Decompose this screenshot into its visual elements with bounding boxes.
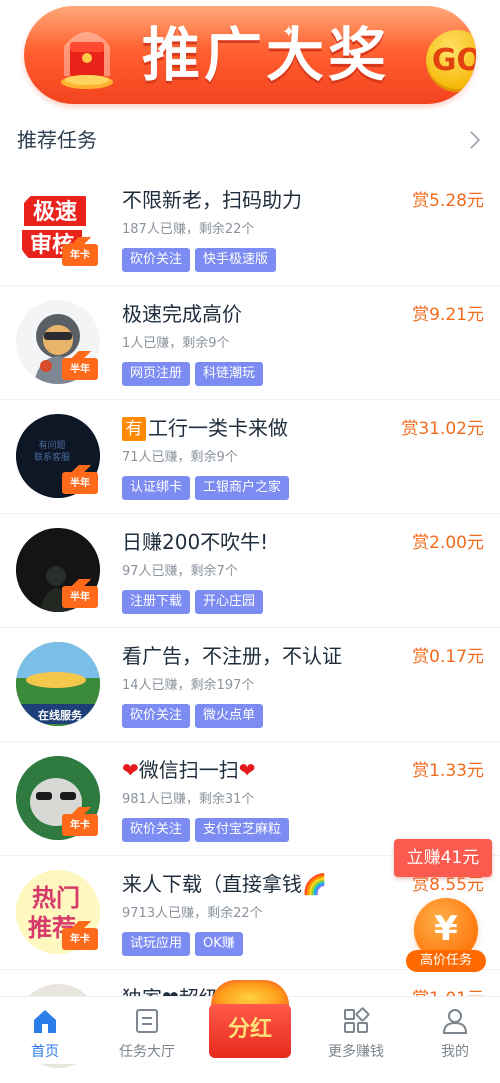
task-tag: 砍价关注 [122,704,191,728]
task-avatar-image: 在线服务 [16,642,100,726]
sparkle-icon: ✦ [282,22,296,41]
avatar-text-line1: 热门 [32,884,80,912]
featured-tag: 有 [122,417,146,441]
task-tags: 注册下载 开心庄园 [122,590,268,614]
task-tag: 支付宝芝麻粒 [195,818,290,842]
avatar-text-line1: 有问题 [38,439,65,451]
task-title-text: 来人下载（直接拿钱🌈 [122,872,327,896]
task-tag: 科链潮玩 [195,362,264,386]
home-icon [34,1010,56,1033]
task-title-text: 极速完成高价 [122,302,242,326]
task-reward: 赏2.00元 [412,533,484,553]
task-tag: 网页注册 [122,362,191,386]
task-tag: 快手极速版 [195,248,277,272]
grid-apps-icon [344,1007,370,1033]
nav-profile[interactable]: 我的 [415,997,495,1064]
task-tag: OK赚 [195,932,243,956]
task-tag: 试玩应用 [122,932,191,956]
task-stats: 187人已赚，剩余22个 [122,222,255,237]
task-tag: 砍价关注 [122,818,191,842]
task-item[interactable]: 在线服务 看广告，不注册，不认证 赏0.17元 14人已赚，剩余197个 砍价关… [0,628,500,742]
task-title: 极速完成高价 [122,300,242,328]
task-title-text: 工行一类卡来做 [148,416,288,440]
crown-badge: 半年 [62,351,98,380]
high-price-tasks-button[interactable]: 高价任务 [406,950,486,972]
task-tags: 砍价关注 微火点单 [122,704,268,728]
section-title: 推荐任务 [17,128,97,152]
chevron-right-icon[interactable] [463,128,487,152]
crown-badge: 半年 [62,579,98,608]
task-tags: 砍价关注 支付宝芝麻粒 [122,818,294,842]
nav-home[interactable]: 首页 [5,997,85,1064]
task-stats: 1人已赚，剩余9个 [122,336,230,351]
nav-label: 首页 [31,1044,59,1060]
nav-label: 任务大厅 [119,1044,175,1060]
task-tag: 微火点单 [195,704,264,728]
task-reward: 赏5.28元 [412,191,484,211]
avatar-text-line2: 联系客服 [34,451,70,463]
task-stats: 14人已赚，剩余197个 [122,678,255,693]
crown-badge: 年卡 [62,237,98,266]
instant-earn-button[interactable]: 立赚41元 [394,839,492,877]
task-reward: 赏9.21元 [412,305,484,325]
heart-icon: ❤ [122,758,139,782]
heart-icon: ❤ [238,758,256,782]
task-title: ❤微信扫一扫❤ [122,756,256,784]
recommended-tasks-header[interactable]: 推荐任务 [17,122,487,158]
task-tag: 认证绑卡 [122,476,191,500]
task-title: 来人下载（直接拿钱🌈 [122,870,327,898]
go-button[interactable]: GO [426,30,476,92]
task-title: 看广告，不注册，不认证 [122,642,342,670]
task-title-text: 不限新老，扫码助力 [122,188,302,212]
nav-more-earn[interactable]: 更多赚钱 [316,997,396,1064]
task-tag: 砍价关注 [122,248,191,272]
task-stats: 97人已赚，剩余7个 [122,564,238,579]
user-icon [442,1009,468,1034]
task-item[interactable]: 半年 日赚200不吹牛! 赏2.00元 97人已赚，剩余7个 注册下载 开心庄园 [0,514,500,628]
nav-label: 我的 [441,1044,469,1060]
task-title-text: 看广告，不注册，不认证 [122,644,342,668]
nav-dividend-label: 分红 [227,1017,272,1042]
task-tag: 开心庄园 [195,590,264,614]
crown-badge: 年卡 [62,807,98,836]
crown-badge: 年卡 [62,921,98,950]
task-item[interactable]: 有问题 联系客服 半年 有工行一类卡来做 赏31.02元 71人已赚，剩余9个 … [0,400,500,514]
task-title: 有工行一类卡来做 [122,414,288,442]
task-title-text: 日赚200不吹牛! [122,530,269,554]
task-stats: 71人已赚，剩余9个 [122,450,238,465]
task-tag: 工银商户之家 [195,476,290,500]
task-list-icon [136,1009,158,1033]
task-avatar: 在线服务 [16,642,100,726]
nav-task-hall[interactable]: 任务大厅 [107,997,187,1064]
task-tag: 注册下载 [122,590,191,614]
task-tags: 认证绑卡 工银商户之家 [122,476,294,500]
task-reward: 赏31.02元 [401,419,484,439]
task-title: 日赚200不吹牛! [122,528,268,556]
task-tags: 网页注册 科链潮玩 [122,362,268,386]
task-stats: 981人已赚，剩余31个 [122,792,255,807]
nav-dividend[interactable]: 分红 [207,976,293,1060]
task-item[interactable]: 极速 审核 年卡 不限新老，扫码助力 赏5.28元 187人已赚，剩余22个 砍… [0,172,500,286]
nav-label: 更多赚钱 [328,1044,384,1060]
task-reward: 赏0.17元 [412,647,484,667]
avatar-badge-text: 在线服务 [38,708,83,722]
avatar-text-line1: 极速 [33,199,77,225]
task-stats: 9713人已赚，剩余22个 [122,906,263,921]
crown-badge: 半年 [62,465,98,494]
red-envelope-icon [61,32,113,89]
task-title-text: 微信扫一扫 [138,758,239,782]
task-tags: 砍价关注 快手极速版 [122,248,281,272]
task-tags: 试玩应用 OK赚 [122,932,248,956]
task-item[interactable]: 半年 极速完成高价 赏9.21元 1人已赚，剩余9个 网页注册 科链潮玩 [0,286,500,400]
task-reward: 赏1.33元 [412,761,484,781]
promo-banner[interactable]: ✦ 推广大奖 GO [24,6,476,104]
banner-title: 推广大奖 [142,21,391,89]
task-title: 不限新老，扫码助力 [122,186,302,214]
